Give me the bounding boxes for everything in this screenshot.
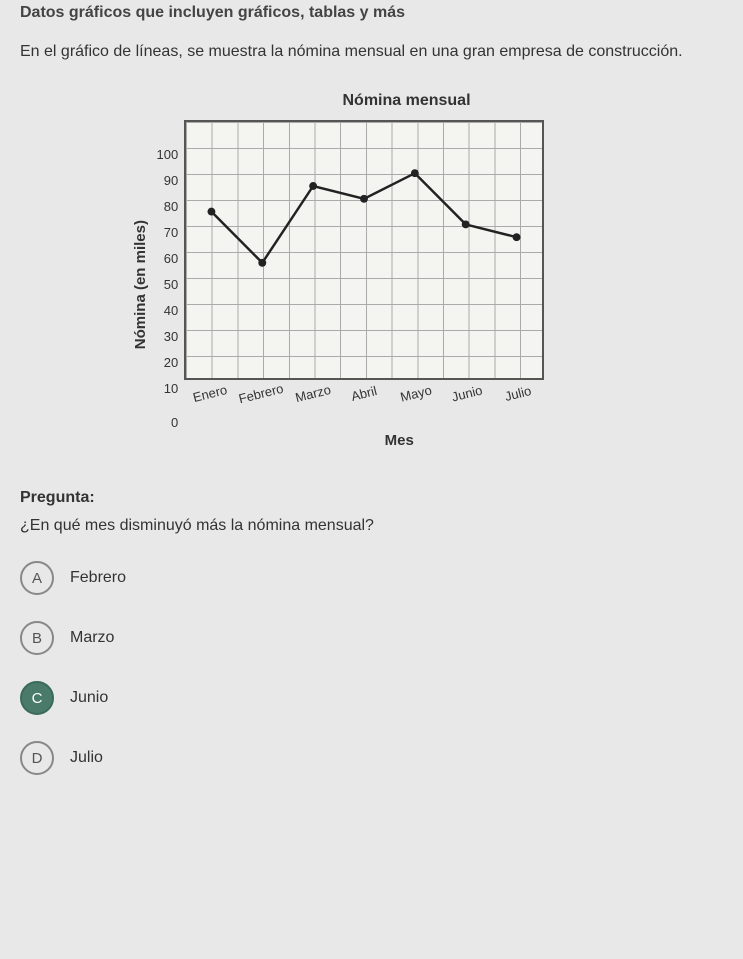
x-tick: Abril	[350, 383, 379, 404]
x-ticks: EneroFebreroMarzoAbrilMayoJunioJulio	[184, 386, 544, 426]
y-ticks: 1009080706050403020100	[157, 155, 185, 415]
data-point	[259, 259, 267, 267]
data-point	[513, 233, 521, 241]
data-point	[462, 220, 470, 228]
y-axis-label: Nómina (en miles)	[132, 220, 149, 349]
chart-container: Nómina mensual Nómina (en miles) 1009080…	[20, 92, 723, 449]
option-text: Febrero	[70, 569, 126, 587]
option-text: Junio	[70, 689, 108, 707]
data-point	[360, 195, 368, 203]
x-tick: Junio	[450, 382, 484, 404]
x-axis-label: Mes	[184, 432, 544, 449]
data-point	[411, 169, 419, 177]
data-point	[309, 182, 317, 190]
answer-option-c[interactable]: C Junio	[20, 681, 723, 715]
line-plot-svg	[186, 122, 542, 378]
option-letter: B	[20, 621, 54, 655]
x-tick: Marzo	[293, 382, 332, 405]
x-tick: Mayo	[398, 382, 432, 404]
intro-text: En el gráfico de líneas, se muestra la n…	[20, 40, 723, 64]
x-tick: Julio	[504, 383, 534, 404]
options-list: A Febrero B Marzo C Junio D Julio	[20, 561, 723, 775]
answer-option-b[interactable]: B Marzo	[20, 621, 723, 655]
option-text: Julio	[70, 749, 103, 767]
answer-option-d[interactable]: D Julio	[20, 741, 723, 775]
chart-title: Nómina mensual	[132, 92, 612, 110]
answer-option-a[interactable]: A Febrero	[20, 561, 723, 595]
question-label: Pregunta:	[20, 489, 723, 507]
page-header: Datos gráficos que incluyen gráficos, ta…	[20, 0, 723, 22]
option-letter: C	[20, 681, 54, 715]
plot-region	[184, 120, 544, 380]
data-point	[208, 208, 216, 216]
option-letter: D	[20, 741, 54, 775]
x-tick: Enero	[191, 382, 228, 405]
question-block: Pregunta: ¿En qué mes disminuyó más la n…	[20, 489, 723, 775]
x-tick: Febrero	[237, 381, 285, 407]
option-letter: A	[20, 561, 54, 595]
question-text: ¿En qué mes disminuyó más la nómina mens…	[20, 517, 723, 535]
option-text: Marzo	[70, 629, 114, 647]
